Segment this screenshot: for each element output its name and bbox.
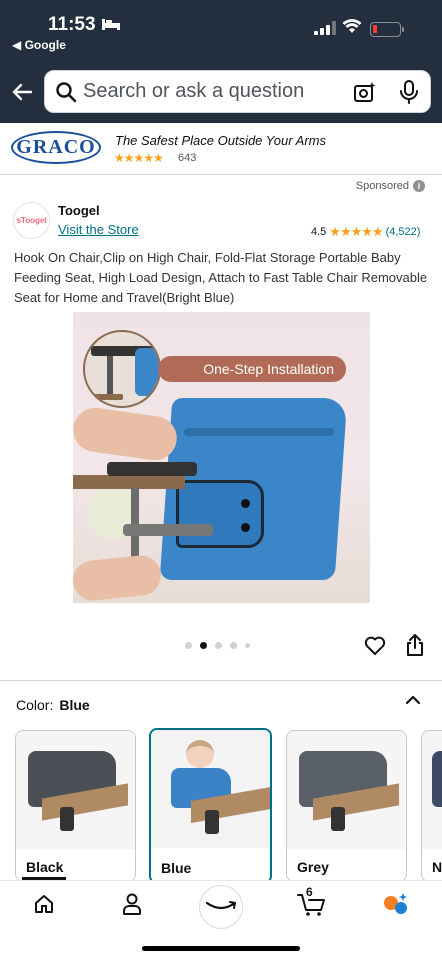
swatch-image <box>287 731 406 849</box>
info-icon[interactable]: i <box>413 180 425 192</box>
color-label: Color: Blue <box>16 697 90 713</box>
store-logo[interactable]: sToogel <box>13 202 50 239</box>
image-carousel-dots[interactable] <box>185 642 250 649</box>
cart-count: 6 <box>306 885 313 899</box>
product-image[interactable]: One-Step Installation <box>73 312 370 603</box>
color-swatches: Black Blue Grey N <box>15 728 442 884</box>
zoom-detail-circle <box>83 330 161 408</box>
search-icon <box>56 82 77 103</box>
carousel-dot-active[interactable] <box>200 642 207 649</box>
product-title: Hook On Chair,Clip on High Chair, Fold-F… <box>14 250 428 305</box>
cart-button[interactable]: 6 <box>297 885 327 917</box>
image-caption: One-Step Installation <box>158 356 346 382</box>
heart-icon[interactable] <box>364 635 386 657</box>
selected-color: Blue <box>59 697 90 713</box>
product-rating[interactable]: 4.5 ★★★★★ (4,522) <box>311 224 420 240</box>
status-time: 11:53 <box>48 14 96 35</box>
hand-bottom-shape <box>73 553 163 603</box>
swatch-label: N <box>432 859 442 875</box>
menu-icon[interactable] <box>382 891 410 917</box>
swatch-clamp-shape <box>331 807 345 831</box>
hand-top-shape <box>73 404 180 464</box>
sleep-focus-icon <box>102 19 120 30</box>
clamp-arm-shape <box>107 462 197 476</box>
lower-clamp-shape <box>123 524 213 536</box>
carousel-dot[interactable] <box>215 642 222 649</box>
rating-value: 4.5 <box>311 226 327 238</box>
sponsored-text: Sponsored <box>355 180 409 192</box>
wifi-icon <box>342 19 362 33</box>
review-count-link[interactable]: (4,522) <box>386 226 421 238</box>
swatch-label: Black <box>26 859 64 875</box>
camera-icon[interactable] <box>353 81 377 103</box>
swatch-image <box>151 730 270 848</box>
home-indicator <box>142 946 300 951</box>
color-option-black[interactable]: Black <box>15 730 136 882</box>
carousel-dot[interactable] <box>230 642 237 649</box>
share-icon[interactable] <box>405 633 425 657</box>
table-edge-shape <box>73 475 185 489</box>
color-option-blue[interactable]: Blue <box>149 728 272 884</box>
store-name: Toogel <box>58 203 100 218</box>
alexa-button[interactable] <box>199 885 243 929</box>
sponsored-brand-banner[interactable]: GRACO The Safest Place Outside Your Arms… <box>0 123 442 175</box>
battery-icon <box>370 22 404 37</box>
top-header: 11:53 ◀ Google <box>0 0 442 123</box>
swatch-seat-shape <box>432 751 442 807</box>
swatch-clamp-shape <box>60 807 74 831</box>
home-icon[interactable] <box>33 893 55 915</box>
graco-logo: GRACO <box>11 131 101 164</box>
swatch-image <box>422 731 442 849</box>
rating-stars: ★★★★★ <box>329 224 383 239</box>
cellular-signal-icon <box>314 21 336 35</box>
swatch-clamp-shape <box>205 810 219 834</box>
carousel-dot[interactable] <box>185 642 192 649</box>
account-icon[interactable] <box>121 892 143 916</box>
visit-store-link[interactable]: Visit the Store <box>58 222 139 237</box>
swatch-label: Grey <box>297 859 329 875</box>
banner-star-rating: ★★★★★ <box>114 151 164 165</box>
carousel-dot[interactable] <box>245 643 250 648</box>
section-divider <box>0 680 442 681</box>
search-input[interactable] <box>83 71 343 112</box>
chevron-up-icon[interactable] <box>404 693 422 707</box>
baby-shape <box>186 740 214 768</box>
seat-flap-shape <box>176 480 264 548</box>
mic-icon[interactable] <box>399 80 419 104</box>
color-option-grey[interactable]: Grey <box>286 730 407 882</box>
swatch-image <box>16 731 135 849</box>
swatch-label: Blue <box>161 860 192 876</box>
alexa-icon <box>205 901 237 910</box>
sponsored-label[interactable]: Sponsored i <box>356 180 425 192</box>
color-option-partial[interactable]: N <box>421 730 442 882</box>
back-to-app-link[interactable]: ◀ Google <box>12 38 66 52</box>
back-arrow-icon[interactable] <box>10 80 34 104</box>
banner-rating-count: 643 <box>178 152 197 164</box>
banner-tagline: The Safest Place Outside Your Arms <box>115 133 326 148</box>
battery-level <box>373 25 377 33</box>
color-label-text: Color: <box>16 697 54 713</box>
search-bar[interactable] <box>44 70 431 113</box>
